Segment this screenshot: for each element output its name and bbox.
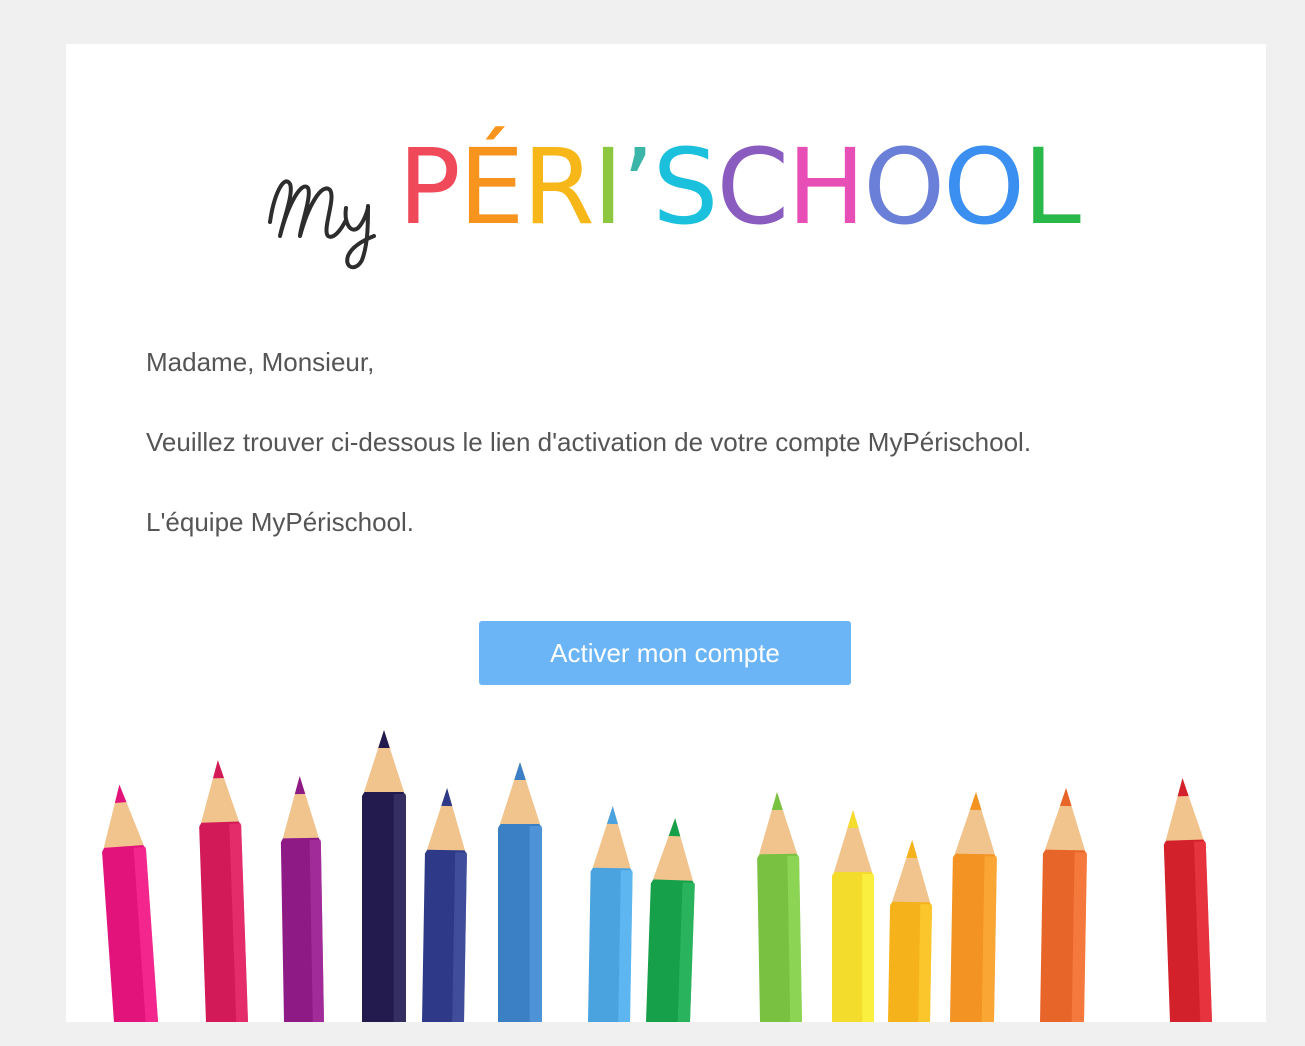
activate-account-button[interactable]: Activer mon compte bbox=[479, 621, 851, 685]
signature-text: L'équipe MyPérischool. bbox=[146, 507, 414, 537]
logo-letter: O bbox=[863, 126, 945, 248]
pencil bbox=[832, 810, 874, 1022]
pencil bbox=[498, 762, 542, 1022]
logo-letter: C bbox=[716, 126, 789, 248]
pencil bbox=[1163, 778, 1213, 1022]
logo-letter: I bbox=[592, 126, 624, 248]
logo-letter: É bbox=[458, 126, 525, 248]
pencil bbox=[1039, 788, 1087, 1022]
pencil-lead bbox=[1177, 778, 1189, 797]
pencil-highlight bbox=[917, 904, 933, 1022]
pencil bbox=[280, 776, 325, 1022]
email-card: P É R I ’ S C H O O L Madame, Monsieur, … bbox=[66, 44, 1266, 1022]
pencil-highlight bbox=[393, 794, 406, 1022]
pencil-lead bbox=[906, 840, 918, 859]
logo-letter: H bbox=[787, 126, 865, 248]
colored-pencils-illustration bbox=[102, 730, 1213, 1022]
pencil bbox=[362, 730, 406, 1022]
pencil-highlight bbox=[862, 874, 874, 1022]
pencil-lead bbox=[771, 792, 783, 811]
pencil-lead bbox=[1059, 788, 1072, 807]
pencil-lead bbox=[668, 818, 681, 837]
logo-letter: S bbox=[652, 126, 718, 248]
logo-letter: L bbox=[1023, 126, 1081, 248]
pencil-lead bbox=[969, 792, 982, 811]
logo-letter: P bbox=[398, 126, 461, 248]
logo-letter: R bbox=[522, 126, 594, 248]
logo-letter: O bbox=[943, 126, 1025, 248]
pencil bbox=[949, 792, 997, 1022]
pencil-lead bbox=[114, 784, 127, 803]
logo-letter: ’ bbox=[621, 126, 654, 248]
pencil-lead bbox=[847, 810, 859, 828]
pencil bbox=[421, 788, 467, 1022]
pencil bbox=[102, 784, 160, 1022]
pencil-lead bbox=[294, 776, 306, 795]
pencil bbox=[587, 806, 633, 1022]
pencil-lead bbox=[212, 760, 224, 779]
myperischool-logo: P É R I ’ S C H O O L bbox=[260, 114, 1081, 274]
logo-wordmark: P É R I ’ S C H O O L bbox=[398, 126, 1081, 248]
pencil-lead bbox=[441, 788, 453, 807]
logo-script-my bbox=[268, 179, 376, 270]
pencil-lead bbox=[514, 762, 526, 780]
pencil bbox=[199, 760, 249, 1022]
body-text: Veuillez trouver ci-dessous le lien d'ac… bbox=[146, 427, 1032, 457]
pencil-lead bbox=[378, 730, 390, 748]
greeting-text: Madame, Monsieur, bbox=[146, 347, 375, 377]
email-message: Madame, Monsieur, Veuillez trouver ci-de… bbox=[146, 344, 1206, 584]
pencil-lead bbox=[606, 806, 618, 825]
pencil-highlight bbox=[529, 826, 542, 1022]
pencil bbox=[757, 792, 803, 1022]
pencil bbox=[645, 818, 695, 1022]
pencil bbox=[887, 840, 933, 1022]
